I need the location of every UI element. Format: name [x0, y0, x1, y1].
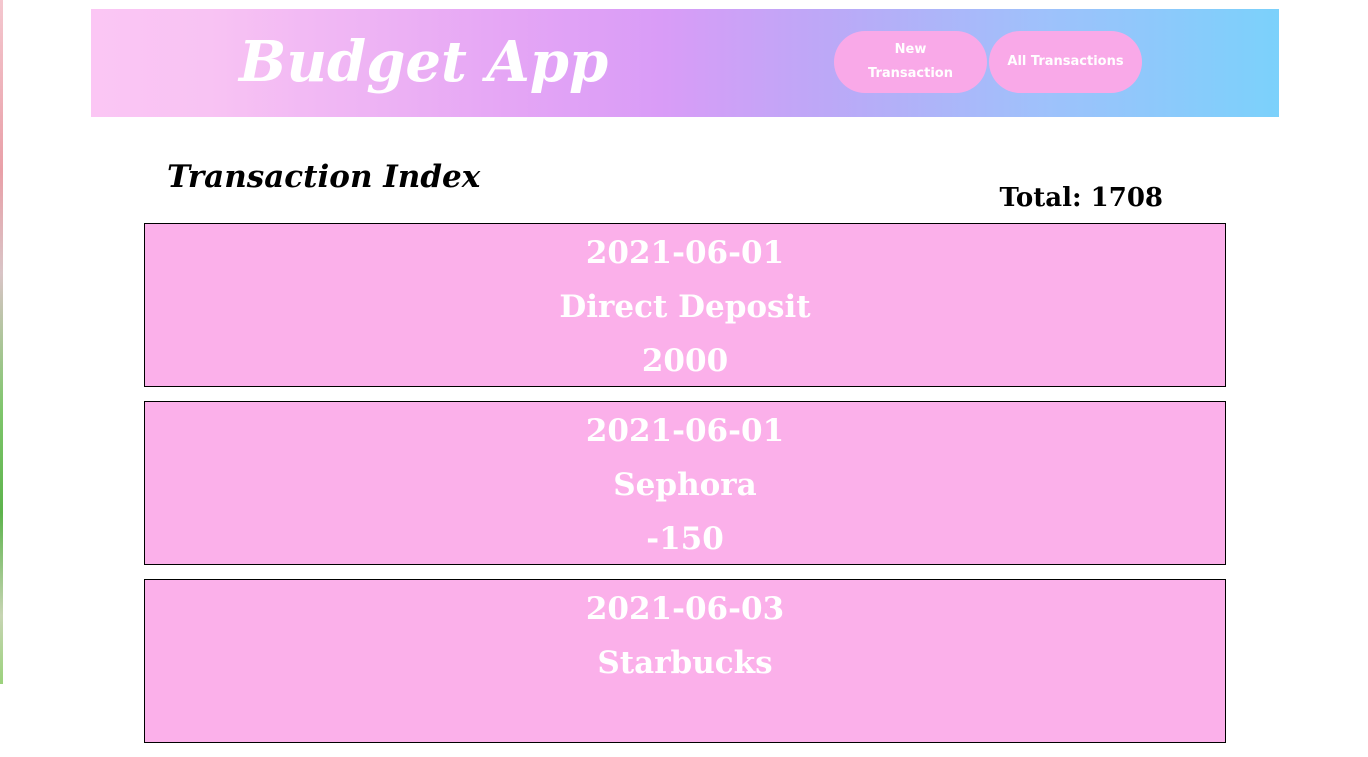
- new-transaction-label: New Transaction: [868, 38, 953, 86]
- page-title: Transaction Index: [167, 158, 481, 195]
- transaction-name: Starbucks: [597, 645, 773, 681]
- transaction-card[interactable]: 2021-06-03 Starbucks: [144, 579, 1226, 743]
- app-header: Budget App New Transaction All Transacti…: [91, 9, 1279, 117]
- all-transactions-button[interactable]: All Transactions: [989, 31, 1142, 93]
- window-edge-strip: [0, 0, 3, 684]
- all-transactions-label: All Transactions: [1007, 54, 1124, 69]
- new-transaction-label-line1: New: [894, 42, 927, 57]
- transaction-name: Sephora: [613, 467, 757, 503]
- new-transaction-label-line2: Transaction: [868, 66, 953, 81]
- transaction-list: 2021-06-01 Direct Deposit 2000 2021-06-0…: [144, 223, 1226, 757]
- transaction-amount: 2000: [641, 343, 729, 379]
- app-logo-title[interactable]: Budget App: [239, 27, 608, 97]
- transaction-date: 2021-06-03: [585, 591, 785, 627]
- transaction-name: Direct Deposit: [559, 289, 811, 325]
- transaction-card[interactable]: 2021-06-01 Direct Deposit 2000: [144, 223, 1226, 387]
- new-transaction-button[interactable]: New Transaction: [834, 31, 987, 93]
- transaction-date: 2021-06-01: [585, 235, 785, 271]
- transaction-amount: -150: [646, 521, 724, 557]
- transaction-date: 2021-06-01: [585, 413, 785, 449]
- transaction-card[interactable]: 2021-06-01 Sephora -150: [144, 401, 1226, 565]
- total-amount: Total: 1708: [999, 183, 1163, 213]
- transaction-amount: [145, 690, 1225, 744]
